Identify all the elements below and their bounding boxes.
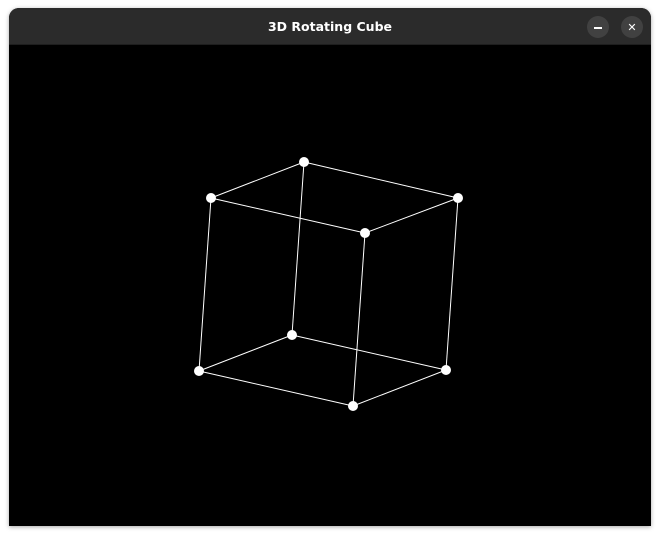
- close-icon: ✕: [627, 20, 637, 34]
- cube-edge-v2-v3: [364, 197, 459, 234]
- cube-edge-v2-v6: [445, 197, 459, 371]
- cube-edge-v3-v7: [352, 232, 366, 407]
- cube-vertex-v1: [299, 157, 309, 167]
- close-button[interactable]: ✕: [621, 16, 643, 38]
- cube-vertex-v5: [287, 330, 297, 340]
- cube-scene: [194, 157, 463, 411]
- vertices-layer: [194, 157, 463, 411]
- cube-vertex-v2: [453, 193, 463, 203]
- cube-edge-v4-v5: [198, 334, 293, 372]
- cube-edge-v0-v4: [198, 197, 212, 372]
- cube-edge-v1-v2: [303, 161, 459, 199]
- cube-edge-v5-v6: [291, 334, 447, 371]
- cube-vertex-v6: [441, 365, 451, 375]
- cube-edge-v3-v0: [210, 197, 366, 234]
- cube-vertex-v0: [206, 193, 216, 203]
- render-canvas[interactable]: [9, 45, 651, 526]
- cube-edge-v7-v4: [198, 370, 354, 407]
- cube-edge-v6-v7: [352, 369, 447, 407]
- window-title: 3D Rotating Cube: [267, 19, 392, 34]
- title-bar[interactable]: 3D Rotating Cube ✕: [9, 8, 651, 45]
- app-window: 3D Rotating Cube ✕: [9, 8, 651, 526]
- cube-edge-v0-v1: [210, 161, 305, 199]
- cube-vertex-v7: [348, 401, 358, 411]
- cube-vertex-v4: [194, 366, 204, 376]
- cube-edge-v1-v5: [291, 161, 305, 336]
- edges-layer: [198, 161, 459, 407]
- cube-vertex-v3: [360, 228, 370, 238]
- minimize-icon: [594, 27, 602, 29]
- minimize-button[interactable]: [587, 16, 609, 38]
